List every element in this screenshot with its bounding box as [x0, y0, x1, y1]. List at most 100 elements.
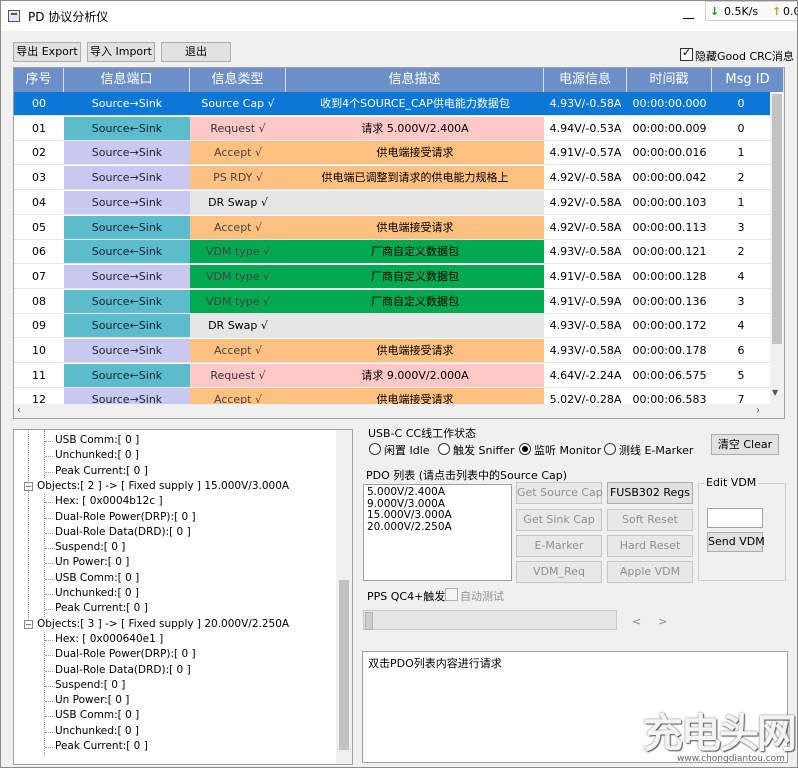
scroll-thumb[interactable]: [339, 580, 349, 750]
table-row[interactable]: 06 Source←Sink VDM type √ 厂商自定义数据包 4.93V/-0.…: [14, 240, 770, 265]
row-index: 04: [14, 191, 64, 215]
row-index: 08: [14, 290, 64, 314]
minimize-button[interactable]: [677, 10, 701, 24]
column-header[interactable]: 信息描述: [286, 68, 544, 92]
row-msg-id: 5: [712, 364, 770, 388]
tree-node-field[interactable]: USB Comm:[ 0 ]: [55, 709, 139, 721]
column-header[interactable]: 信息端口: [64, 68, 190, 92]
table-row[interactable]: 10 Source→Sink Accept √ 供电端接受请求 4.93V/-0.58A…: [14, 339, 770, 364]
e-marker-button[interactable]: E-Marker: [516, 535, 602, 557]
pps-slider-thumb[interactable]: [365, 612, 373, 630]
tree-vertical-scrollbar[interactable]: [336, 430, 352, 764]
table-row[interactable]: 11 Source←Sink Request √ 请求 9.000V/2.000A 4.…: [14, 363, 770, 389]
table-row[interactable]: 12 Source→Sink Accept √ 供电端接受请求 5.02V/-0.28A…: [14, 388, 770, 404]
log-text: 双击PDO列表内容进行请求: [368, 657, 502, 670]
tree-node-field[interactable]: Unchunked:[ 0 ]: [55, 449, 139, 461]
table-row[interactable]: 07 Source→Sink VDM type √ 厂商自定义数据包 4.91V/-0.…: [14, 264, 770, 290]
column-header[interactable]: Msg ID: [712, 68, 784, 92]
table-row[interactable]: 03 Source→Sink PS RDY √ 供电端已调整到请求的供电能力规格上 4.…: [14, 166, 770, 191]
tree-node-object[interactable]: Objects:[ 2 ] -> [ Fixed supply ] 15.000…: [37, 480, 289, 492]
table-row[interactable]: 08 Source←Sink VDM type √ 厂商自定义数据包 4.91V/-0.…: [14, 289, 770, 315]
clear-button[interactable]: 清空 Clear: [711, 434, 779, 455]
vdm-req-button[interactable]: VDM_Req: [516, 561, 602, 583]
tree-node-field[interactable]: Hex: [ 0x000640e1 ]: [55, 633, 163, 645]
tree-node-field[interactable]: Un Power:[ 0 ]: [55, 556, 129, 568]
get-sink-cap-button[interactable]: Get Sink Cap: [516, 509, 602, 531]
scroll-left-icon[interactable]: ‹: [17, 405, 21, 416]
tree-collapse-icon[interactable]: −: [24, 481, 33, 491]
get-source-cap-button[interactable]: Get Source Cap: [516, 482, 603, 504]
tree-node-field[interactable]: USB Comm:[ 0 ]: [55, 572, 139, 584]
chevron-left-icon[interactable]: <: [632, 615, 641, 628]
row-power: 4.93V/-0.58A: [544, 240, 627, 265]
fusb302-regs-button[interactable]: FUSB302 Regs: [607, 482, 693, 504]
row-type: Accept √: [190, 339, 286, 363]
soft-reset-button[interactable]: Soft Reset: [607, 509, 693, 531]
tree-node-field[interactable]: Peak Current:[ 0 ]: [55, 465, 148, 477]
hide-good-crc-checkbox[interactable]: [680, 46, 693, 61]
column-header[interactable]: 时间戳: [627, 68, 712, 92]
tree-node-field[interactable]: Dual-Role Data(DRD):[ 0 ]: [55, 526, 191, 538]
row-timestamp: 00:00:00.016: [627, 141, 712, 166]
radio-idle[interactable]: [369, 443, 381, 455]
tree-node-field[interactable]: Dual-Role Power(DRP):[ 0 ]: [55, 648, 196, 660]
tree-node-field[interactable]: Dual-Role Data(DRD):[ 0 ]: [55, 664, 191, 676]
tree-node-field[interactable]: Un Power:[ 0 ]: [55, 694, 129, 706]
import-button[interactable]: 导入 Import: [87, 42, 155, 62]
export-button[interactable]: 导出 Export: [13, 42, 81, 62]
hard-reset-button[interactable]: Hard Reset: [607, 535, 693, 557]
table-row[interactable]: 05 Source←Sink Accept √ 供电端接受请求 4.92V/-0.58A…: [14, 215, 770, 241]
table-row[interactable]: 04 Source→Sink DR Swap √ 4.92V/-0.58A 00:00:…: [14, 190, 770, 216]
column-header[interactable]: 序号: [14, 68, 64, 92]
row-timestamp: 00:00:00.172: [627, 314, 712, 339]
pdo-list-item[interactable]: 15.000V/3.000A: [367, 509, 508, 522]
tree-node-field[interactable]: Suspend:[ 0 ]: [55, 541, 125, 553]
table-row[interactable]: 09 Source←Sink DR Swap √ 4.93V/-0.58A 00:00:…: [14, 314, 770, 339]
radio-emarker[interactable]: [604, 443, 616, 455]
table-row[interactable]: 02 Source→Sink Accept √ 供电端接受请求 4.91V/-0.57A…: [14, 141, 770, 166]
row-timestamp: 00:00:06.583: [627, 388, 712, 404]
radio-monitor[interactable]: [519, 443, 531, 455]
table-horizontal-scrollbar[interactable]: ‹ ›: [14, 404, 784, 418]
radio-emarker-label: 测线 E-Marker: [619, 444, 694, 457]
tree-guide: [45, 441, 53, 442]
table-vertical-scrollbar[interactable]: ▼: [770, 92, 784, 404]
tree-node-field[interactable]: Unchunked:[ 0 ]: [55, 725, 139, 737]
radio-sniffer[interactable]: [438, 443, 450, 455]
tree-node-field[interactable]: Hex: [ 0x0004b12c ]: [55, 495, 163, 507]
row-port: Source→Sink: [64, 92, 190, 116]
exit-button[interactable]: 退出: [161, 42, 231, 62]
tree-node-field[interactable]: Unchunked:[ 0 ]: [55, 587, 139, 599]
tree-node-field[interactable]: Suspend:[ 0 ]: [55, 679, 125, 691]
scroll-thumb[interactable]: [772, 94, 782, 344]
auto-test-checkbox[interactable]: [445, 588, 458, 601]
pdo-list-item[interactable]: 5.000V/2.400A: [367, 486, 508, 499]
tree-node-object[interactable]: Objects:[ 3 ] -> [ Fixed supply ] 20.000…: [37, 618, 289, 630]
pdo-list[interactable]: 5.000V/2.400A 9.000V/3.000A 15.000V/3.000A…: [363, 484, 512, 581]
row-index: 06: [14, 240, 64, 265]
pps-slider-track[interactable]: [363, 610, 617, 630]
row-port: Source→Sink: [64, 166, 190, 191]
tree-guide: [45, 670, 53, 672]
column-header[interactable]: 信息类型: [190, 68, 286, 92]
watermark-url: www.chongdiantou.com: [677, 754, 785, 764]
pdo-list-item[interactable]: 20.000V/2.250A: [367, 521, 508, 534]
vdm-input[interactable]: [707, 508, 763, 528]
row-type: DR Swap √: [190, 190, 286, 215]
send-vdm-button[interactable]: Send VDM: [707, 532, 765, 552]
row-power: 4.94V/-0.53A: [544, 117, 627, 141]
scroll-down-icon[interactable]: ▼: [772, 388, 778, 397]
table-row[interactable]: 00 Source→Sink Source Cap √ 收到4个SOURCE_CAP供…: [14, 92, 770, 117]
apple-vdm-button[interactable]: Apple VDM: [607, 561, 693, 583]
chevron-right-icon[interactable]: >: [658, 615, 667, 628]
tree-node-field[interactable]: USB Comm:[ 0 ]: [55, 434, 139, 446]
row-timestamp: 00:00:00.000: [627, 92, 712, 116]
tree-node-field[interactable]: Dual-Role Power(DRP):[ 0 ]: [55, 511, 196, 523]
tree-node-field[interactable]: Peak Current:[ 0 ]: [55, 602, 148, 614]
scroll-right-icon[interactable]: ›: [756, 405, 760, 416]
tree-collapse-icon[interactable]: −: [24, 619, 33, 629]
table-row[interactable]: 01 Source←Sink Request √ 请求 5.000V/2.400A 4.…: [14, 116, 770, 142]
tree-guide: [45, 502, 53, 504]
column-header[interactable]: 电源信息: [544, 68, 627, 92]
tree-node-field[interactable]: Peak Current:[ 0 ]: [55, 740, 148, 752]
